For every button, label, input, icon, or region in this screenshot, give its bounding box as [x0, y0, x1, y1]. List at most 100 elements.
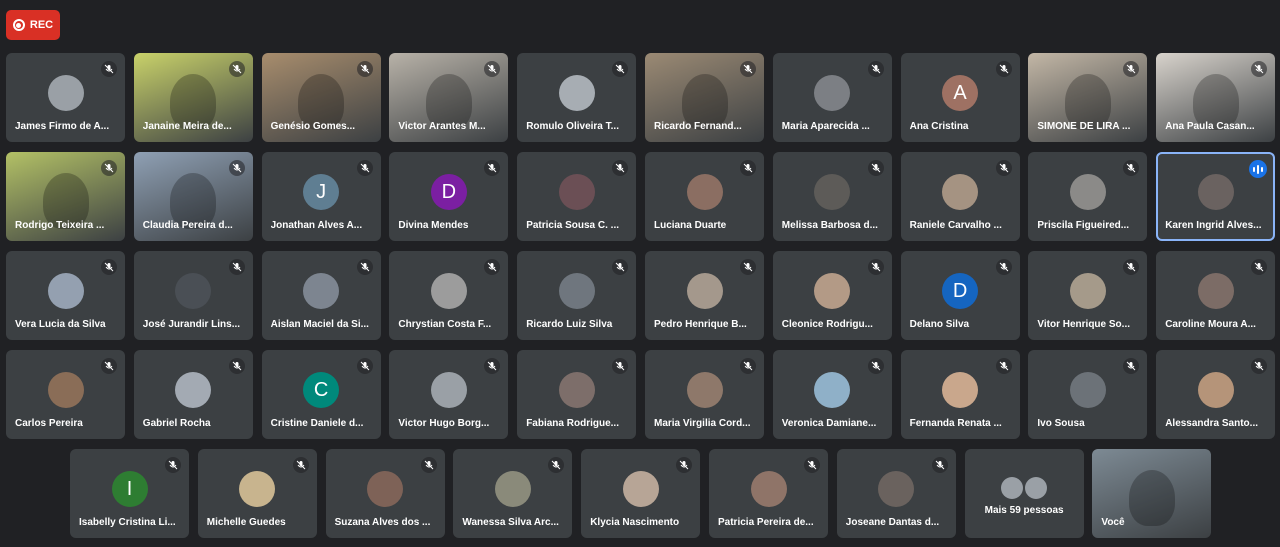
participant-tile[interactable]: Você	[1092, 449, 1212, 538]
participant-name: Luciana Duarte	[654, 220, 727, 231]
participant-name: Pedro Henrique B...	[654, 319, 747, 330]
participant-tile[interactable]: C Cristine Daniele d...	[261, 350, 381, 439]
participant-tile[interactable]: Romulo Oliveira T...	[517, 53, 637, 142]
participant-tile[interactable]: Ivo Sousa	[1028, 350, 1148, 439]
participant-name: Genésio Gomes...	[270, 121, 356, 132]
participant-tile[interactable]: Fabiana Rodrigue...	[517, 350, 637, 439]
participant-tile[interactable]: Victor Arantes M...	[389, 53, 509, 142]
participant-tile[interactable]: D Divina Mendes	[389, 152, 509, 241]
mic-off-icon	[1123, 160, 1140, 176]
participant-tile[interactable]: Chrystian Costa F...	[389, 251, 509, 340]
participant-tile[interactable]: Victor Hugo Borg...	[389, 350, 509, 439]
participant-name: Claudia Pereira d...	[142, 220, 233, 231]
participant-tile[interactable]: Priscila Figueired...	[1028, 152, 1148, 241]
participant-tile[interactable]: Ricardo Fernand...	[645, 53, 764, 142]
participant-tile[interactable]: A Ana Cristina	[900, 53, 1020, 142]
participant-name: Victor Hugo Borg...	[398, 418, 490, 429]
mic-off-icon	[228, 160, 245, 176]
participant-tile[interactable]: Joseane Dantas d...	[836, 449, 956, 538]
participant-tile[interactable]: Maria Aparecida ...	[772, 53, 892, 142]
avatar	[942, 372, 979, 409]
participant-tile[interactable]: Caroline Moura A...	[1156, 251, 1276, 340]
participant-tile[interactable]: Klycia Nascimento	[581, 449, 701, 538]
mic-off-icon	[1251, 358, 1268, 374]
participant-name: Suzana Alves dos ...	[334, 517, 431, 528]
participant-tile[interactable]: Gabriel Rocha	[133, 350, 253, 439]
participant-name: Chrystian Costa F...	[398, 319, 492, 330]
participant-tile[interactable]: James Firmo de A...	[6, 53, 125, 142]
participant-name: Jonathan Alves A...	[270, 220, 363, 231]
mic-off-icon	[804, 457, 820, 473]
participant-name: Patricia Sousa C. ...	[526, 220, 619, 231]
participant-tile[interactable]: Melissa Barbosa d...	[772, 152, 892, 241]
avatar	[558, 273, 595, 310]
avatar	[686, 273, 723, 310]
participant-tile[interactable]: Mais 59 pessoas	[964, 449, 1084, 538]
participant-tile[interactable]: Maria Virgilia Cord...	[645, 350, 764, 439]
participant-tile[interactable]: Alessandra Santo...	[1156, 350, 1276, 439]
participant-name: Vitor Henrique So...	[1037, 319, 1130, 330]
participant-name: Raniele Carvalho ...	[909, 220, 1002, 231]
participant-tile[interactable]: Cleonice Rodrigu...	[772, 251, 892, 340]
participant-tile[interactable]: Carlos Pereira	[6, 350, 125, 439]
more-participants-avatars	[1001, 477, 1048, 499]
participant-tile[interactable]: Vera Lucia da Silva	[6, 251, 125, 340]
recording-badge: REC	[6, 10, 60, 40]
mic-off-icon	[101, 160, 117, 176]
participant-tile[interactable]: Aislan Maciel da Si...	[261, 251, 381, 340]
participant-tile[interactable]: Michelle Guedes	[197, 449, 317, 538]
participant-name: Wanessa Silva Arc...	[462, 517, 559, 528]
participant-tile[interactable]: Luciana Duarte	[645, 152, 764, 241]
avatar	[814, 372, 851, 409]
avatar	[1069, 174, 1106, 211]
participant-tile[interactable]: José Jurandir Lins...	[133, 251, 253, 340]
avatar: I	[111, 471, 148, 508]
participant-name: Veronica Damiane...	[781, 418, 877, 429]
participant-name: Ana Paula Casan...	[1165, 121, 1255, 132]
participant-tile[interactable]: Patricia Pereira de...	[709, 449, 828, 538]
mic-off-icon	[740, 358, 756, 374]
participant-tile[interactable]: Vitor Henrique So...	[1028, 251, 1148, 340]
mic-off-icon	[1123, 61, 1140, 77]
participant-tile[interactable]: Karen Ingrid Alves...	[1156, 152, 1276, 241]
participant-tile[interactable]: Claudia Pereira d...	[133, 152, 253, 241]
participant-tile[interactable]: J Jonathan Alves A...	[261, 152, 381, 241]
participant-name: Carlos Pereira	[15, 418, 83, 429]
mic-off-icon	[612, 259, 629, 275]
mic-off-icon	[484, 61, 501, 77]
avatar	[1001, 477, 1024, 499]
participant-name: Romulo Oliveira T...	[526, 121, 619, 132]
mic-off-icon	[867, 259, 884, 275]
participant-tile[interactable]: I Isabelly Cristina Li...	[70, 449, 189, 538]
avatar	[558, 75, 595, 112]
avatar: A	[942, 75, 979, 112]
avatar	[558, 372, 595, 409]
mic-off-icon	[995, 259, 1012, 275]
participant-tile[interactable]: Fernanda Renata ...	[900, 350, 1020, 439]
participant-tile[interactable]: Suzana Alves dos ...	[325, 449, 445, 538]
participant-tile[interactable]: Ricardo Luiz Silva	[517, 251, 637, 340]
avatar	[750, 471, 787, 508]
participant-tile[interactable]: Veronica Damiane...	[772, 350, 892, 439]
avatar	[1197, 372, 1234, 409]
participant-tile[interactable]: Raniele Carvalho ...	[900, 152, 1020, 241]
participant-name: Delano Silva	[909, 319, 970, 330]
participant-tile[interactable]: Janaine Meira de...	[133, 53, 253, 142]
participant-tile[interactable]: Wanessa Silva Arc...	[453, 449, 573, 538]
mic-off-icon	[867, 358, 884, 374]
avatar	[239, 471, 276, 508]
mic-off-icon	[867, 61, 884, 77]
avatar	[47, 75, 84, 112]
avatar	[1069, 273, 1106, 310]
mic-off-icon	[612, 160, 629, 176]
participant-tile[interactable]: Patricia Sousa C. ...	[517, 152, 637, 241]
mic-off-icon	[676, 457, 693, 473]
participant-tile[interactable]: SIMONE DE LIRA ...	[1028, 53, 1148, 142]
participant-tile[interactable]: Ana Paula Casan...	[1156, 53, 1276, 142]
speaking-indicator-icon	[1249, 160, 1268, 178]
participant-tile[interactable]: Pedro Henrique B...	[645, 251, 764, 340]
participant-tile[interactable]: D Delano Silva	[900, 251, 1020, 340]
mic-off-icon	[484, 358, 501, 374]
participant-tile[interactable]: Genésio Gomes...	[261, 53, 381, 142]
participant-tile[interactable]: Rodrigo Teixeira ...	[6, 152, 125, 241]
